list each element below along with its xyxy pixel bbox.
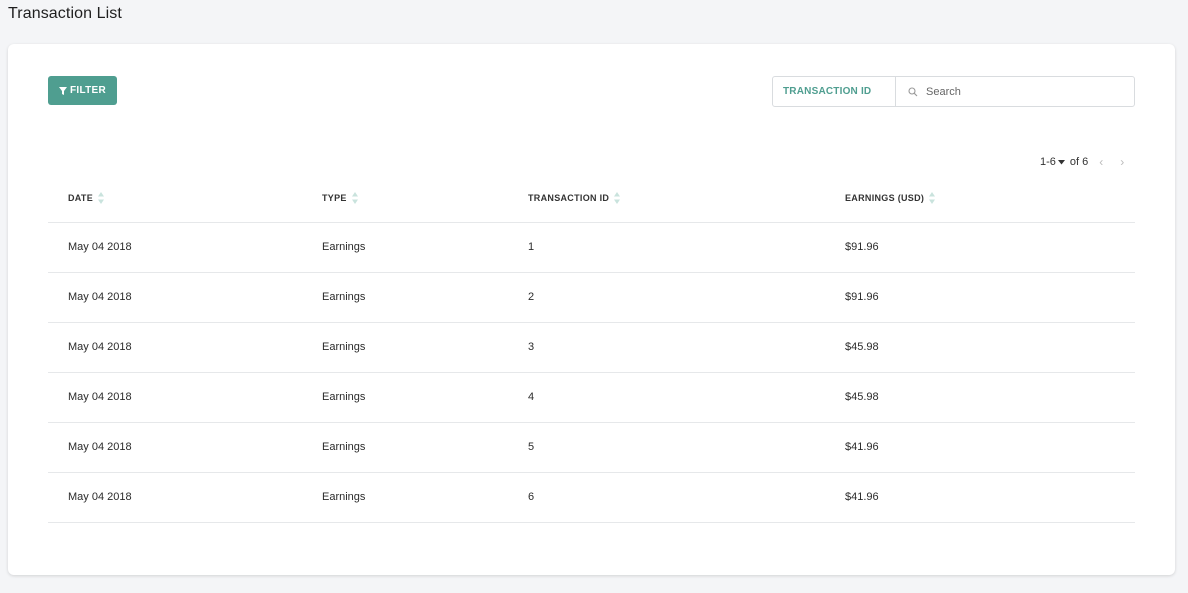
table-row: May 04 2018 Earnings 1 $91.96 <box>48 222 1135 273</box>
cell-type: Earnings <box>302 372 508 423</box>
cell-earnings: $41.96 <box>825 422 1135 473</box>
sort-icon <box>929 191 936 204</box>
cell-earnings: $45.98 <box>825 372 1135 423</box>
page-range-label: 1-6 <box>1040 156 1056 168</box>
cell-type: Earnings <box>302 472 508 523</box>
cell-date: May 04 2018 <box>48 272 302 323</box>
page-title: Transaction List <box>8 5 122 22</box>
cell-type: Earnings <box>302 272 508 323</box>
cell-date: May 04 2018 <box>48 372 302 423</box>
search-icon <box>908 86 918 96</box>
column-header-earnings[interactable]: EARNINGS (USD) <box>825 174 1135 223</box>
filter-button-label: FILTER <box>69 85 107 96</box>
cell-date: May 04 2018 <box>48 422 302 473</box>
table-row: May 04 2018 Earnings 6 $41.96 <box>48 472 1135 523</box>
cell-transaction-id: 3 <box>508 322 825 373</box>
sort-icon <box>351 191 358 204</box>
search-box <box>896 77 1134 106</box>
cell-type: Earnings <box>302 422 508 473</box>
page-total: of 6 <box>1069 156 1089 168</box>
pagination: 1-6 of 6 ‹ › <box>1040 156 1130 168</box>
cell-earnings: $91.96 <box>825 272 1135 323</box>
next-page-button[interactable]: › <box>1114 156 1130 168</box>
search-input[interactable] <box>926 77 1134 106</box>
cell-date: May 04 2018 <box>48 472 302 523</box>
sort-icon <box>614 191 621 204</box>
cell-transaction-id: 5 <box>508 422 825 473</box>
column-header-type[interactable]: TYPE <box>302 174 508 223</box>
cell-date: May 04 2018 <box>48 322 302 373</box>
column-header-label: TYPE <box>322 192 347 203</box>
table-row: May 04 2018 Earnings 3 $45.98 <box>48 322 1135 373</box>
cell-transaction-id: 1 <box>508 222 825 273</box>
table-row: May 04 2018 Earnings 5 $41.96 <box>48 422 1135 473</box>
column-header-label: DATE <box>68 192 94 203</box>
column-header-label: TRANSACTION ID <box>528 192 610 203</box>
filter-button[interactable]: FILTER <box>48 76 117 105</box>
sort-icon <box>98 191 105 204</box>
column-header-date[interactable]: DATE <box>48 174 302 223</box>
cell-transaction-id: 2 <box>508 272 825 323</box>
cell-transaction-id: 6 <box>508 472 825 523</box>
page-range-select[interactable]: 1-6 <box>1040 156 1065 168</box>
caret-down-icon <box>1057 159 1065 164</box>
table-row: May 04 2018 Earnings 4 $45.98 <box>48 372 1135 423</box>
transaction-table: DATE TYPE TRANSACTION ID EARNINGS (USD) … <box>48 174 1135 523</box>
cell-type: Earnings <box>302 322 508 373</box>
cell-earnings: $41.96 <box>825 472 1135 523</box>
cell-transaction-id: 4 <box>508 372 825 423</box>
cell-type: Earnings <box>302 222 508 273</box>
table-header-row: DATE TYPE TRANSACTION ID EARNINGS (USD) <box>48 174 1135 223</box>
cell-date: May 04 2018 <box>48 222 302 273</box>
filter-icon <box>58 86 67 95</box>
column-header-label: EARNINGS (USD) <box>845 192 925 203</box>
table-row: May 04 2018 Earnings 2 $91.96 <box>48 272 1135 323</box>
transaction-card: FILTER TRANSACTION ID 1-6 of 6 ‹ › <box>8 44 1175 575</box>
column-header-transaction-id[interactable]: TRANSACTION ID <box>508 174 825 223</box>
cell-earnings: $91.96 <box>825 222 1135 273</box>
search-group: TRANSACTION ID <box>772 76 1135 107</box>
prev-page-button[interactable]: ‹ <box>1093 156 1109 168</box>
cell-earnings: $45.98 <box>825 322 1135 373</box>
search-field-select[interactable]: TRANSACTION ID <box>773 77 896 106</box>
